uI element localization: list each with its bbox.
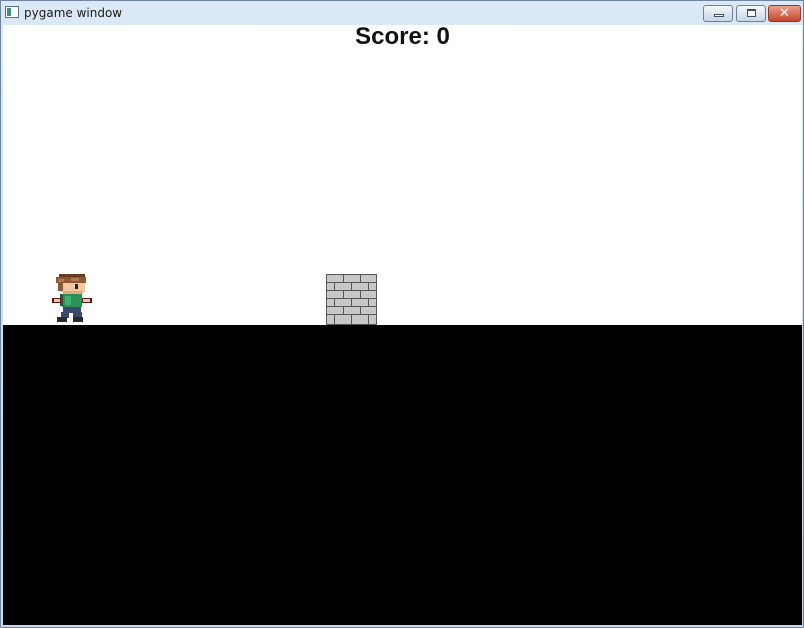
game-canvas[interactable]: Score: 0 [3,25,802,625]
window-app-icon [5,6,19,18]
pygame-window: pygame window ✕ Score: 0 [0,0,804,628]
brick-wall-obstacle [326,274,377,325]
close-icon: ✕ [779,6,790,21]
window-title: pygame window [24,6,123,20]
minimize-icon [714,14,724,17]
maximize-button[interactable] [736,5,766,22]
maximize-icon [747,9,756,17]
player-character [52,274,92,322]
minimize-button[interactable] [703,5,733,22]
title-bar[interactable]: pygame window ✕ [1,1,803,25]
ground [3,325,802,625]
score-label: Score: 0 [355,25,450,50]
close-button[interactable]: ✕ [768,5,801,22]
